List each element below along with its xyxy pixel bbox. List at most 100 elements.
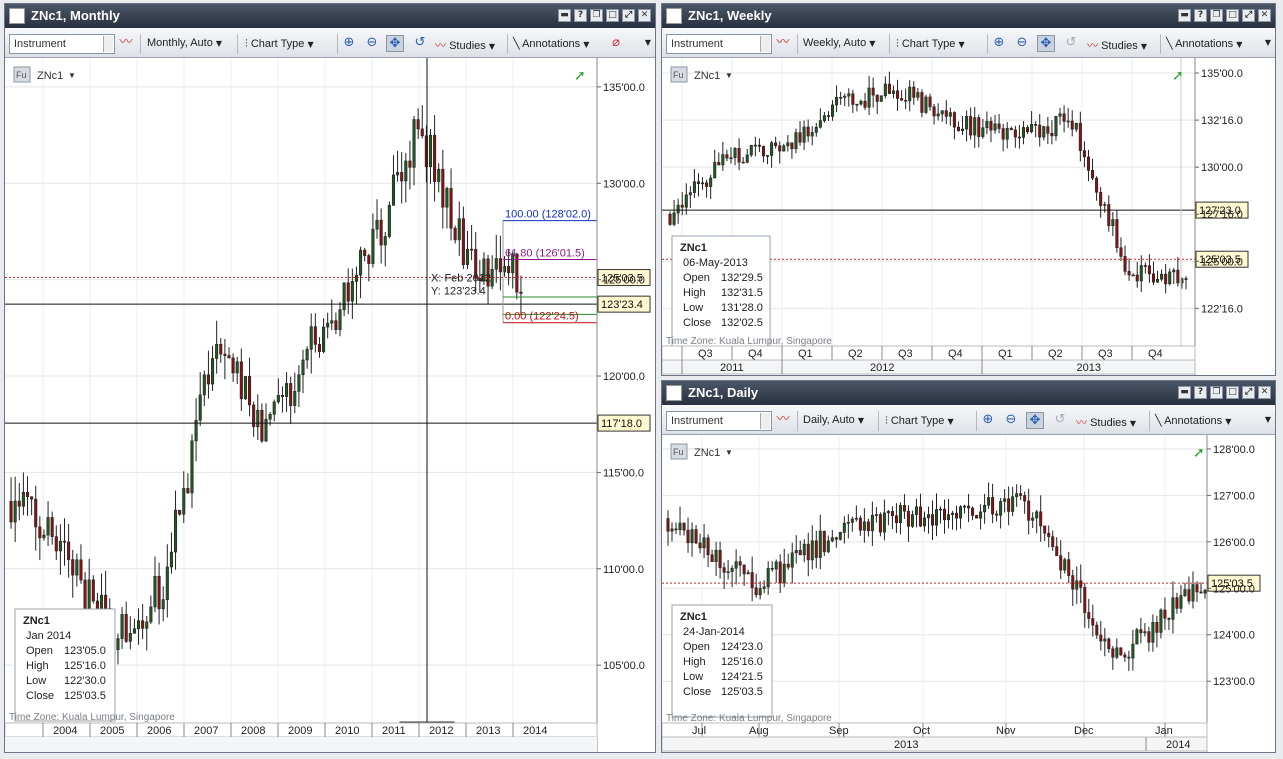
candle-body: [709, 177, 713, 187]
zoom-in-icon[interactable]: ⊕: [979, 412, 997, 429]
candle-body: [969, 116, 973, 136]
help-icon[interactable]: ?: [1194, 386, 1207, 399]
candle-body: [778, 561, 782, 584]
minimize-icon[interactable]: ▬: [1178, 9, 1191, 22]
candle-body: [46, 517, 50, 536]
candle-body: [1059, 555, 1063, 571]
instrument-input[interactable]: Instrument: [666, 34, 772, 54]
monthly-chart[interactable]: 125'03.5123'23.4117'18.0Feb 2012X: Feb 2…: [5, 58, 655, 752]
candle-body: [1167, 617, 1171, 620]
candle-body: [1051, 536, 1055, 547]
quick-studies-icon[interactable]: 〰: [117, 35, 135, 52]
chart-type-dropdown[interactable]: ⫶ Chart Type ▼: [245, 37, 314, 51]
eraser-icon[interactable]: ⌀: [607, 35, 625, 52]
interval-dropdown[interactable]: Weekly, Auto ▼: [803, 37, 875, 49]
monthly-title-bar[interactable]: ZNc1, Monthly ▬ ? ❐ □ ⤢ ✕: [5, 4, 655, 28]
candle-body: [313, 326, 317, 345]
price-tag: 117'18.0: [601, 418, 642, 430]
weekly-chart[interactable]: 127'23.0125'03.5ZNc106-May-2013Open 132'2…: [662, 58, 1275, 375]
reset-icon[interactable]: ↺: [1051, 412, 1069, 429]
x-year-label: 2012: [870, 362, 894, 374]
maximize-icon[interactable]: □: [1226, 386, 1239, 399]
fullscreen-icon[interactable]: ⤢: [1242, 9, 1255, 22]
ohlc-legend-label: Close: [683, 686, 711, 698]
zoom-in-icon[interactable]: ⊕: [990, 35, 1008, 52]
annotations-dropdown[interactable]: ╲ Annotations ▼: [1155, 414, 1231, 427]
x-tick-label: Q1: [798, 348, 813, 360]
pan-icon[interactable]: ✥: [386, 35, 404, 52]
daily-timezone: Time Zone: Kuala Lumpur, Singapore: [666, 713, 832, 724]
close-icon[interactable]: ✕: [1258, 9, 1271, 22]
restore-icon[interactable]: ❐: [1210, 386, 1223, 399]
candle-body: [749, 144, 753, 156]
daily-chart[interactable]: 125'03.5 ZNc1 24-Jan-2014 Open 124'23.0 High 1…: [662, 435, 1275, 752]
candle-body: [943, 508, 947, 521]
annotations-dropdown[interactable]: ╲ Annotations ▼: [1166, 37, 1242, 50]
candle-body: [1063, 559, 1067, 571]
instrument-input[interactable]: Instrument: [666, 411, 772, 431]
quick-studies-icon[interactable]: 〰: [774, 412, 792, 429]
minimize-icon[interactable]: ▬: [558, 9, 571, 22]
x-tick-label: 2004: [53, 725, 77, 737]
candle-body: [952, 112, 956, 128]
pan-icon[interactable]: ✥: [1037, 35, 1055, 52]
toolbar-overflow-icon[interactable]: ▼: [1259, 412, 1277, 429]
zoom-in-icon[interactable]: ⊕: [340, 35, 358, 52]
trend-icon: ➚: [574, 67, 586, 83]
candle-body: [725, 154, 729, 159]
y-tick-label: 130'00.0: [603, 178, 645, 190]
help-icon[interactable]: ?: [574, 9, 587, 22]
pan-icon[interactable]: ✥: [1026, 412, 1044, 429]
minimize-icon[interactable]: ▬: [1178, 386, 1191, 399]
candle-body: [1123, 654, 1127, 658]
close-icon[interactable]: ✕: [1258, 386, 1271, 399]
instrument-picker-icon[interactable]: [760, 36, 770, 52]
maximize-icon[interactable]: □: [606, 9, 619, 22]
studies-dropdown[interactable]: 〰 Studies ▼: [435, 37, 495, 53]
fullscreen-icon[interactable]: ⤢: [622, 9, 635, 22]
reset-icon[interactable]: ↺: [411, 35, 429, 52]
zoom-out-icon[interactable]: ⊖: [1002, 412, 1020, 429]
annotations-dropdown[interactable]: ╲ Annotations ▼: [513, 37, 589, 50]
candle-body: [761, 146, 765, 157]
zoom-out-icon[interactable]: ⊖: [363, 35, 381, 52]
help-icon[interactable]: ?: [1194, 9, 1207, 22]
restore-icon[interactable]: ❐: [590, 9, 603, 22]
zoom-out-icon[interactable]: ⊖: [1013, 35, 1031, 52]
candle-body: [120, 614, 124, 639]
candle-body: [256, 409, 260, 428]
x-tick-label: 2011: [382, 725, 406, 737]
toolbar-overflow-icon[interactable]: ▼: [1259, 35, 1277, 52]
instrument-picker-icon[interactable]: [103, 36, 113, 52]
candle-body: [754, 587, 758, 596]
interval-dropdown[interactable]: Monthly, Auto ▼: [147, 37, 222, 49]
instrument-picker-icon[interactable]: [760, 413, 770, 429]
toolbar-overflow-icon[interactable]: ▼: [639, 35, 657, 52]
candle-body: [971, 507, 975, 516]
candle-body: [1099, 191, 1103, 206]
y-tick-label: 135'00.0: [603, 82, 645, 94]
candle-body: [1043, 525, 1047, 534]
interval-dropdown[interactable]: Daily, Auto ▼: [803, 414, 864, 426]
candle-body: [396, 172, 400, 176]
studies-dropdown[interactable]: 〰 Studies ▼: [1087, 37, 1147, 53]
candle-body: [359, 249, 363, 276]
chart-type-dropdown[interactable]: ⫶ Chart Type ▼: [885, 414, 954, 428]
candle-body: [182, 488, 186, 515]
candle-body: [161, 599, 165, 610]
fullscreen-icon[interactable]: ⤢: [1242, 386, 1255, 399]
studies-dropdown[interactable]: 〰 Studies ▼: [1076, 414, 1136, 430]
candle-body: [838, 532, 842, 540]
reset-icon[interactable]: ↺: [1062, 35, 1080, 52]
candle-body: [926, 514, 930, 519]
candle-body: [678, 522, 682, 531]
quick-studies-icon[interactable]: 〰: [774, 35, 792, 52]
close-icon[interactable]: ✕: [638, 9, 651, 22]
maximize-icon[interactable]: □: [1226, 9, 1239, 22]
daily-title-bar[interactable]: ZNc1, Daily ▬ ? ❐ □ ⤢ ✕: [662, 381, 1275, 405]
weekly-title-bar[interactable]: ZNc1, Weekly ▬ ? ❐ □ ⤢ ✕: [662, 4, 1275, 28]
restore-icon[interactable]: ❐: [1210, 9, 1223, 22]
instrument-input[interactable]: Instrument: [9, 34, 115, 54]
x-tick-label: Q4: [948, 348, 963, 360]
chart-type-dropdown[interactable]: ⫶ Chart Type ▼: [896, 37, 965, 51]
